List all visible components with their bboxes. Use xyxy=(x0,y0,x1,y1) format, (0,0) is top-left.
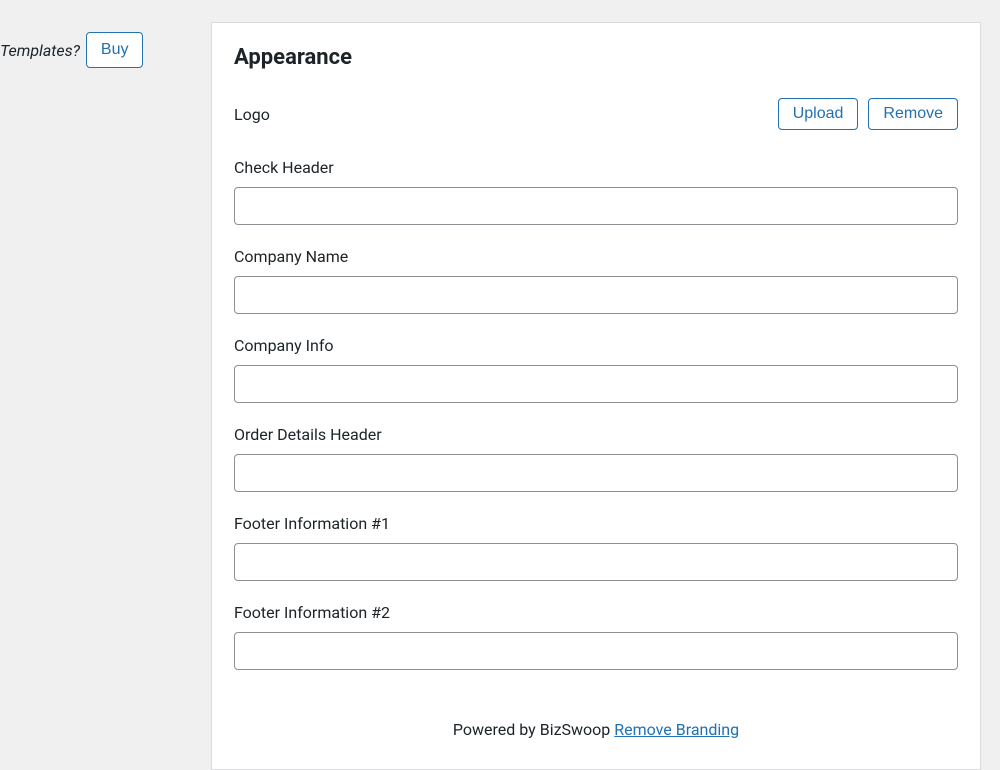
powered-by-text: Powered by BizSwoop xyxy=(453,720,614,739)
templates-label: Templates? xyxy=(0,41,80,60)
remove-branding-link[interactable]: Remove Branding xyxy=(614,720,739,739)
upload-button[interactable]: Upload xyxy=(778,98,859,130)
footer-info-2-field: Footer Information #2 xyxy=(234,603,958,670)
company-info-field: Company Info xyxy=(234,336,958,403)
appearance-panel: Appearance Logo Upload Remove Check Head… xyxy=(211,22,981,770)
footer-info-2-label: Footer Information #2 xyxy=(234,603,958,622)
footer-info-1-field: Footer Information #1 xyxy=(234,514,958,581)
footer-info-2-input[interactable] xyxy=(234,632,958,670)
footer-info-1-input[interactable] xyxy=(234,543,958,581)
footer-info-1-label: Footer Information #1 xyxy=(234,514,958,533)
check-header-field: Check Header xyxy=(234,158,958,225)
footer-branding: Powered by BizSwoop Remove Branding xyxy=(234,720,958,739)
company-info-label: Company Info xyxy=(234,336,958,355)
logo-buttons: Upload Remove xyxy=(778,98,958,130)
company-name-field: Company Name xyxy=(234,247,958,314)
company-info-input[interactable] xyxy=(234,365,958,403)
logo-row: Logo Upload Remove xyxy=(234,98,958,130)
remove-button[interactable]: Remove xyxy=(868,98,958,130)
check-header-label: Check Header xyxy=(234,158,958,177)
company-name-input[interactable] xyxy=(234,276,958,314)
check-header-input[interactable] xyxy=(234,187,958,225)
order-details-header-input[interactable] xyxy=(234,454,958,492)
order-details-header-label: Order Details Header xyxy=(234,425,958,444)
order-details-header-field: Order Details Header xyxy=(234,425,958,492)
appearance-title: Appearance xyxy=(234,45,958,70)
buy-button[interactable]: Buy xyxy=(86,32,144,68)
sidebar-templates-snippet: Templates? Buy xyxy=(0,32,143,68)
logo-label: Logo xyxy=(234,105,270,124)
company-name-label: Company Name xyxy=(234,247,958,266)
